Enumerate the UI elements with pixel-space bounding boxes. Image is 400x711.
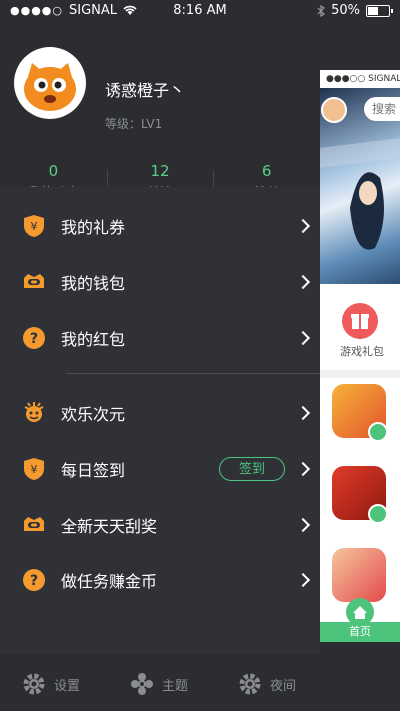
sun-face-icon xyxy=(24,402,44,422)
menu-item-daily-checkin[interactable]: ¥ 每日签到 签到 xyxy=(0,445,320,493)
night-label: 夜间 xyxy=(270,678,297,694)
bluetooth-icon xyxy=(317,4,326,17)
menu-item-scratch[interactable]: 全新天天刮奖 xyxy=(0,501,320,549)
preview-status-bar: ●●●○○ SIGNAL xyxy=(320,70,400,88)
user-level: 等级：LV1 xyxy=(105,117,163,131)
menu-label: 全新天天刮奖 xyxy=(61,517,158,536)
chevron-right-icon xyxy=(295,218,311,234)
menu-item-coupons[interactable]: ¥ 我的礼券 xyxy=(0,202,320,250)
avatar[interactable] xyxy=(14,47,86,119)
wallet-icon xyxy=(24,274,44,288)
username: 诱惑橙子丶 xyxy=(105,81,186,100)
svg-text:¥: ¥ xyxy=(31,463,38,476)
menu-item-tasks[interactable]: ? 做任务赚金币 xyxy=(0,556,320,604)
checkin-button[interactable]: 签到 xyxy=(219,457,285,481)
checkin-shield-icon: ¥ xyxy=(24,458,44,480)
gift-icon[interactable] xyxy=(342,303,378,339)
chevron-right-icon xyxy=(295,572,311,588)
side-menu: ¥ 我的礼券 我的钱包 ? 我的红包 欢乐次元 ¥ 每日签到 签到 全新天天刮奖… xyxy=(0,187,320,654)
orange-mascot-icon xyxy=(16,49,84,117)
battery-icon xyxy=(366,4,393,17)
download-badge-icon xyxy=(368,504,388,524)
menu-label: 我的红包 xyxy=(61,330,126,349)
chevron-right-icon xyxy=(295,461,311,477)
night-mode-button[interactable]: 夜间 xyxy=(238,672,296,696)
chevron-right-icon xyxy=(295,274,311,290)
main-screen-preview[interactable]: ●●●○○ SIGNAL 搜索 游戏礼包 首页 xyxy=(320,70,400,642)
settings-button[interactable]: 设置 xyxy=(22,672,80,696)
settings-label: 设置 xyxy=(54,678,81,694)
menu-item-red-packets[interactable]: ? 我的红包 xyxy=(0,314,320,362)
menu-label: 做任务赚金币 xyxy=(61,572,158,591)
menu-divider xyxy=(66,373,320,374)
chevron-right-icon xyxy=(295,405,311,421)
download-badge-icon xyxy=(368,422,388,442)
stat-value: 6 xyxy=(261,162,272,180)
menu-item-fun-dimension[interactable]: 欢乐次元 xyxy=(0,389,320,437)
stat-value: 0 xyxy=(48,162,59,180)
question-circle-icon: ? xyxy=(23,569,45,591)
preview-separator xyxy=(320,370,400,378)
svg-text:?: ? xyxy=(30,331,38,347)
preview-search-input[interactable]: 搜索 xyxy=(364,97,400,121)
night-gear-icon xyxy=(239,673,261,695)
battery-percent: 50% xyxy=(331,3,360,18)
menu-label: 我的礼券 xyxy=(61,218,126,237)
app-icon-fairy-tail[interactable] xyxy=(332,548,386,602)
coupon-shield-icon: ¥ xyxy=(24,215,44,237)
profile-header: 诱惑橙子丶 等级：LV1 0 我的动态 12 关注 6 粉丝 xyxy=(0,22,320,201)
chevron-right-icon xyxy=(295,517,311,533)
theme-label: 主题 xyxy=(162,678,189,694)
svg-text:?: ? xyxy=(30,573,38,589)
status-bar: ●●●●○ SIGNAL 8:16 AM 50% xyxy=(0,0,400,22)
question-circle-icon: ? xyxy=(23,327,45,349)
menu-label: 每日签到 xyxy=(61,461,126,480)
stat-value: 12 xyxy=(150,162,170,180)
svg-text:¥: ¥ xyxy=(31,220,38,233)
menu-label: 我的钱包 xyxy=(61,274,126,293)
menu-label: 欢乐次元 xyxy=(61,405,126,424)
gift-label: 游戏礼包 xyxy=(340,345,384,358)
bottom-toolbar: 设置 主题 夜间 xyxy=(0,654,320,711)
menu-item-wallet[interactable]: 我的钱包 xyxy=(0,258,320,306)
scratch-card-icon xyxy=(24,517,44,531)
theme-button[interactable]: 主题 xyxy=(130,672,188,696)
home-tab-label[interactable]: 首页 xyxy=(320,622,400,642)
chevron-right-icon xyxy=(295,330,311,346)
flower-icon xyxy=(131,673,153,695)
gear-icon xyxy=(23,673,45,695)
